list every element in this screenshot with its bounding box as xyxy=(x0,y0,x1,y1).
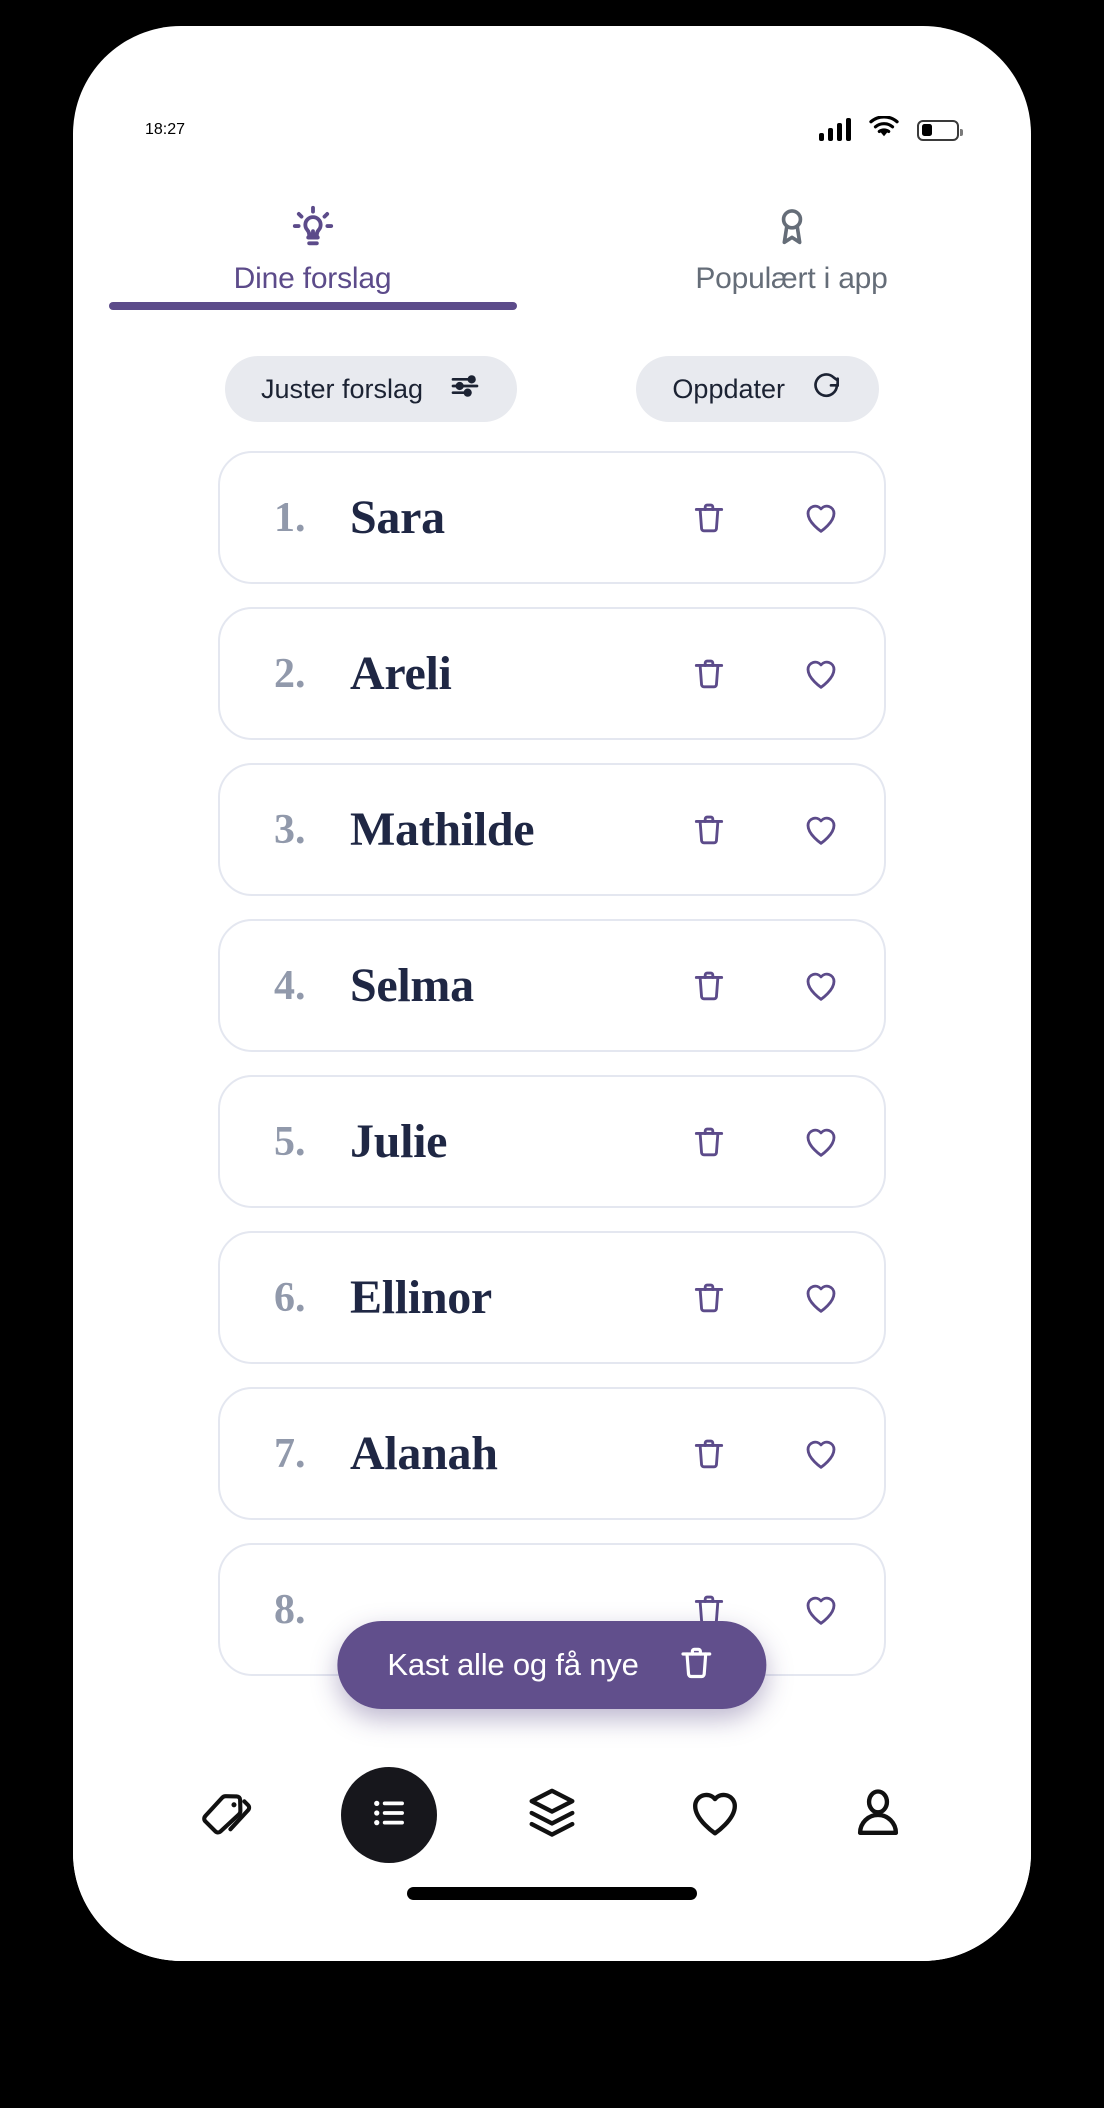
fab-label: Kast alle og få nye xyxy=(387,1647,639,1682)
suggestions-list: 1. Sara 2. Areli 3. Mathilde 4. Selma 5. Juli… xyxy=(73,451,1031,1676)
trash-icon[interactable] xyxy=(690,499,728,537)
tab-label: Dine forslag xyxy=(233,262,392,295)
name-rank: 3. xyxy=(274,806,306,853)
name-label: Areli xyxy=(350,647,452,700)
phone-frame: 18:27 Dine forslag Populært i app Juster… xyxy=(73,26,1031,1961)
name-label: Mathilde xyxy=(350,803,535,856)
tab-dine-forslag[interactable]: Dine forslag xyxy=(73,186,552,310)
lightbulb-icon xyxy=(290,204,336,250)
heart-outline-icon[interactable] xyxy=(802,499,840,537)
refresh-label: Oppdater xyxy=(672,373,785,404)
tab-bar: Dine forslag Populært i app xyxy=(73,186,1031,310)
heart-outline-icon[interactable] xyxy=(802,811,840,849)
name-card[interactable]: 3. Mathilde xyxy=(218,763,886,896)
name-label: Julie xyxy=(350,1115,448,1168)
name-rank: 5. xyxy=(274,1118,306,1165)
home-indicator xyxy=(407,1887,697,1900)
bottom-navigation xyxy=(73,1731,1031,1961)
filter-row: Juster forslag Oppdater xyxy=(73,356,1031,422)
name-card[interactable]: 1. Sara xyxy=(218,451,886,584)
tab-active-indicator xyxy=(108,302,517,310)
layers-icon xyxy=(523,1784,581,1847)
trash-icon[interactable] xyxy=(690,1435,728,1473)
trash-icon[interactable] xyxy=(690,1123,728,1161)
name-rank: 1. xyxy=(274,494,306,541)
tag-icon xyxy=(197,1784,255,1847)
nav-item-profile[interactable] xyxy=(830,1767,926,1863)
person-icon xyxy=(849,1784,907,1847)
adjust-label: Juster forslag xyxy=(261,373,424,404)
name-card[interactable]: 5. Julie xyxy=(218,1075,886,1208)
heart-outline-icon[interactable] xyxy=(802,967,840,1005)
status-time: 18:27 xyxy=(145,121,186,138)
name-card[interactable]: 2. Areli xyxy=(218,607,886,740)
status-bar: 18:27 xyxy=(73,104,1031,156)
name-label: Alanah xyxy=(350,1427,498,1480)
tab-label: Populært i app xyxy=(695,262,888,295)
medal-icon xyxy=(769,204,815,250)
name-card[interactable]: 6. Ellinor xyxy=(218,1231,886,1364)
battery-icon xyxy=(917,119,963,141)
trash-icon[interactable] xyxy=(690,811,728,849)
discard-all-button[interactable]: Kast alle og få nye xyxy=(337,1621,767,1709)
nav-item-tag[interactable] xyxy=(178,1767,274,1863)
name-rank: 2. xyxy=(274,650,306,697)
name-label: Selma xyxy=(350,959,474,1012)
name-rank: 6. xyxy=(274,1274,306,1321)
refresh-icon xyxy=(811,370,843,409)
trash-icon[interactable] xyxy=(690,655,728,693)
signal-bars-icon xyxy=(818,118,851,141)
heart-icon xyxy=(686,1784,744,1847)
heart-outline-icon[interactable] xyxy=(802,1279,840,1317)
list-icon xyxy=(368,1792,410,1839)
heart-outline-icon[interactable] xyxy=(802,655,840,693)
name-rank: 4. xyxy=(274,962,306,1009)
sliders-icon xyxy=(449,370,481,409)
refresh-button[interactable]: Oppdater xyxy=(636,356,879,422)
nav-item-layers[interactable] xyxy=(504,1767,600,1863)
name-card[interactable]: 4. Selma xyxy=(218,919,886,1052)
status-icons xyxy=(818,114,963,145)
name-label: Sara xyxy=(350,491,445,544)
trash-icon[interactable] xyxy=(690,1279,728,1317)
tab-populaert-i-app[interactable]: Populært i app xyxy=(552,186,1031,296)
nav-item-list[interactable] xyxy=(341,1767,438,1863)
name-label: Ellinor xyxy=(350,1271,492,1324)
name-rank: 8. xyxy=(274,1586,306,1633)
name-card[interactable]: 7. Alanah xyxy=(218,1387,886,1520)
trash-icon xyxy=(677,1643,717,1688)
trash-icon[interactable] xyxy=(690,967,728,1005)
nav-item-favorites[interactable] xyxy=(667,1767,763,1863)
name-rank: 7. xyxy=(274,1430,306,1477)
heart-outline-icon[interactable] xyxy=(802,1435,840,1473)
wifi-icon xyxy=(868,114,900,145)
adjust-suggestions-button[interactable]: Juster forslag xyxy=(225,356,518,422)
heart-outline-icon[interactable] xyxy=(802,1591,840,1629)
heart-outline-icon[interactable] xyxy=(802,1123,840,1161)
